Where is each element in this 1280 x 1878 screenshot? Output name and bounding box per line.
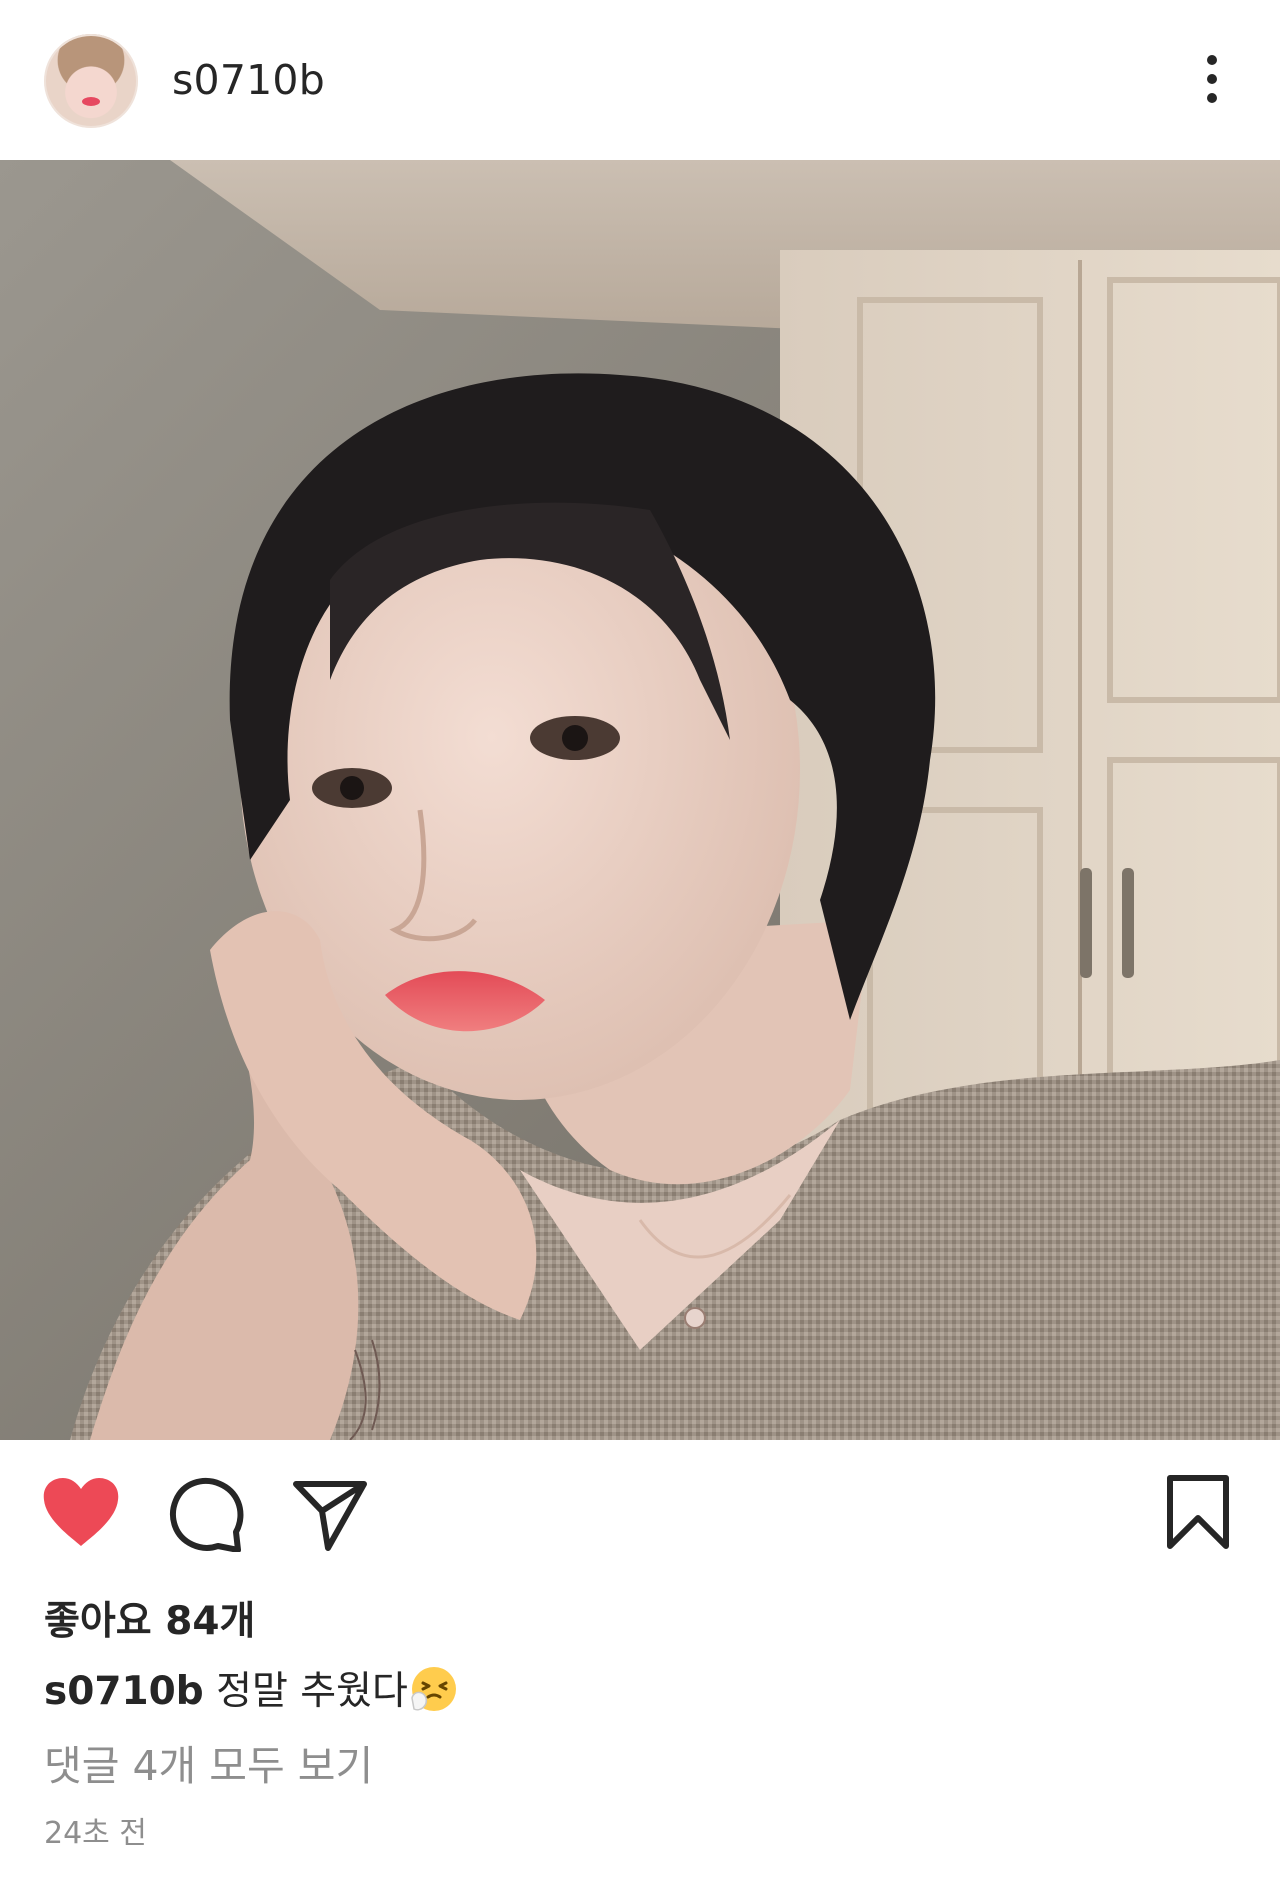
post-username[interactable]: s0710b	[172, 50, 325, 110]
more-dot	[1207, 74, 1217, 84]
avatar-lips	[82, 97, 100, 106]
sneezing-face-emoji-icon	[410, 1664, 460, 1714]
comment-icon[interactable]	[168, 1476, 244, 1553]
post-caption: s0710b 정말 추웠다	[44, 1664, 460, 1720]
post-header: s0710b	[0, 0, 1280, 160]
heart-icon[interactable]	[42, 1476, 120, 1548]
caption-text: 정말 추웠다	[216, 1669, 408, 1714]
caption-username[interactable]: s0710b	[44, 1669, 204, 1714]
send-icon[interactable]	[292, 1476, 368, 1552]
likes-count[interactable]: 좋아요 84개	[44, 1594, 255, 1650]
more-dot	[1207, 55, 1217, 65]
avatar[interactable]	[44, 34, 138, 128]
bookmark-icon[interactable]	[1166, 1474, 1230, 1550]
post-photo[interactable]	[0, 160, 1280, 1440]
selfie-image	[0, 160, 1280, 1440]
more-options-icon[interactable]	[1190, 46, 1234, 112]
more-dot	[1207, 93, 1217, 103]
post-timestamp: 24초 전	[44, 1816, 147, 1851]
view-all-comments-link[interactable]: 댓글 4개 모두 보기	[44, 1736, 373, 1796]
